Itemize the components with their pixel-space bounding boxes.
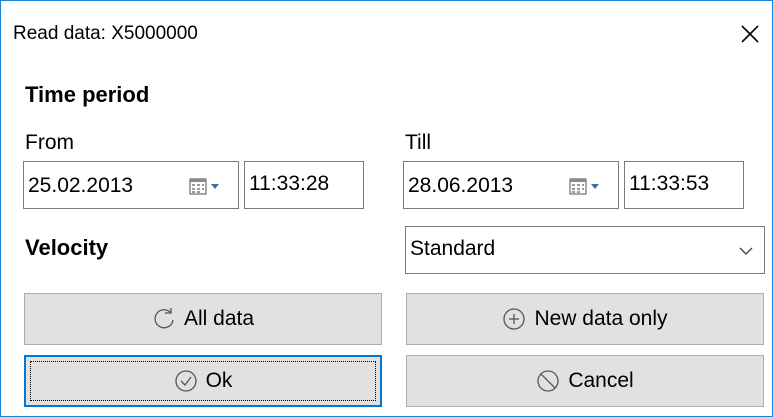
all-data-label: All data: [183, 307, 255, 330]
till-time-value: 11:33:53: [629, 172, 710, 195]
plus-circle-icon: [503, 308, 526, 330]
from-time-value: 11:33:28: [249, 172, 330, 195]
from-time-field[interactable]: 11:33:28: [244, 161, 364, 209]
till-time-field[interactable]: 11:33:53: [624, 161, 744, 209]
calendar-icon[interactable]: [568, 176, 604, 198]
all-data-button[interactable]: All data: [24, 293, 382, 345]
till-date-picker[interactable]: 28.06.2013: [403, 161, 619, 209]
title-bar: Read data: X5000000: [1, 1, 772, 63]
new-data-only-button[interactable]: New data only: [406, 293, 764, 345]
till-date-value: 28.06.2013: [408, 174, 514, 197]
new-data-only-label: New data only: [534, 307, 668, 330]
time-period-heading: Time period: [25, 82, 150, 107]
close-icon[interactable]: [737, 21, 763, 47]
from-date-picker[interactable]: 25.02.2013: [23, 161, 239, 209]
read-data-dialog: Read data: X5000000 Time period From 25.…: [0, 0, 773, 417]
calendar-icon[interactable]: [188, 176, 224, 198]
chevron-down-icon: [739, 247, 753, 255]
focus-rectangle: [30, 361, 376, 401]
window-title: Read data: X5000000: [13, 23, 198, 44]
velocity-selected-value: Standard: [410, 237, 496, 260]
refresh-icon: [154, 308, 174, 329]
ok-button[interactable]: Ok: [24, 355, 382, 407]
cancel-button[interactable]: Cancel: [406, 355, 764, 407]
from-date-value: 25.02.2013: [28, 174, 134, 197]
velocity-select[interactable]: Standard: [405, 226, 765, 274]
velocity-label: Velocity: [25, 235, 109, 260]
cancel-label: Cancel: [568, 369, 634, 392]
from-label: From: [25, 131, 74, 154]
till-label: Till: [405, 131, 432, 154]
ok-label: Ok: [205, 369, 233, 392]
check-circle-icon: [174, 370, 197, 392]
cancel-circle-icon: [537, 370, 559, 392]
